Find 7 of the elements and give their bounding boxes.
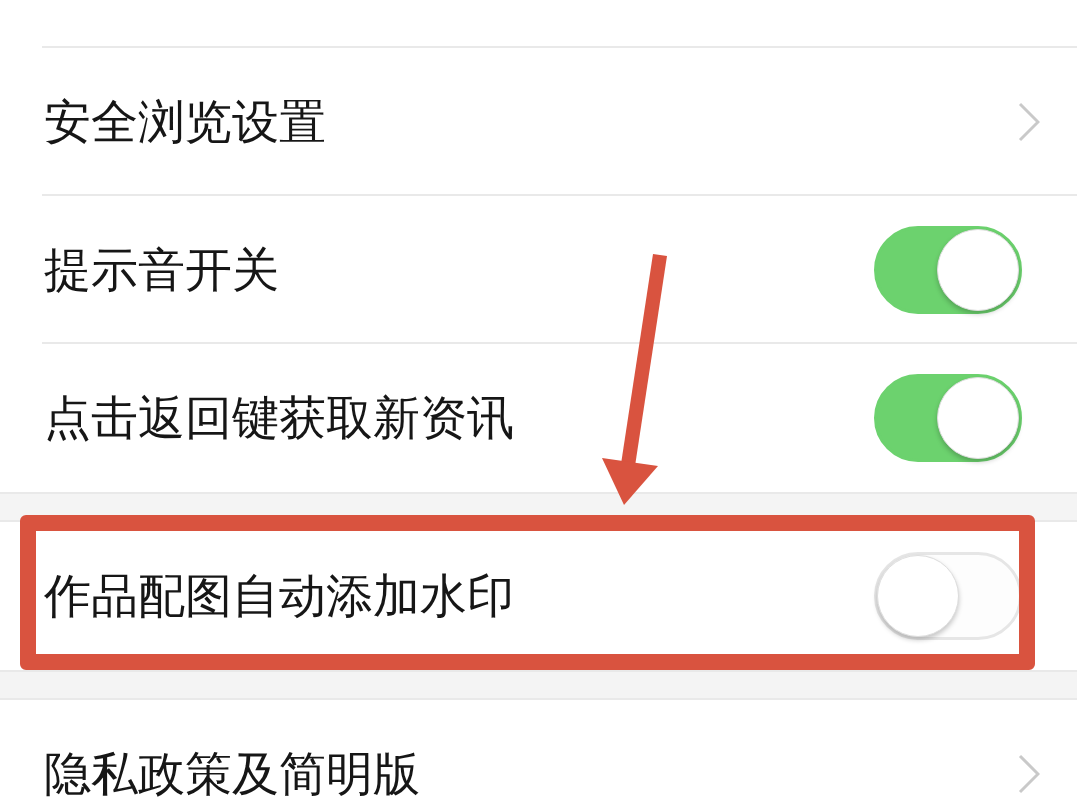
setting-label: 安全浏览设置 xyxy=(44,93,326,151)
setting-label: 作品配图自动添加水印 xyxy=(44,567,514,625)
setting-label: 隐私政策及简明版 xyxy=(44,745,420,803)
setting-label: 提示音开关 xyxy=(44,241,279,299)
chevron-right-icon[interactable] xyxy=(1018,754,1040,794)
setting-label: 点击返回键获取新资讯 xyxy=(44,389,514,447)
chevron-right-icon[interactable] xyxy=(1018,102,1040,142)
